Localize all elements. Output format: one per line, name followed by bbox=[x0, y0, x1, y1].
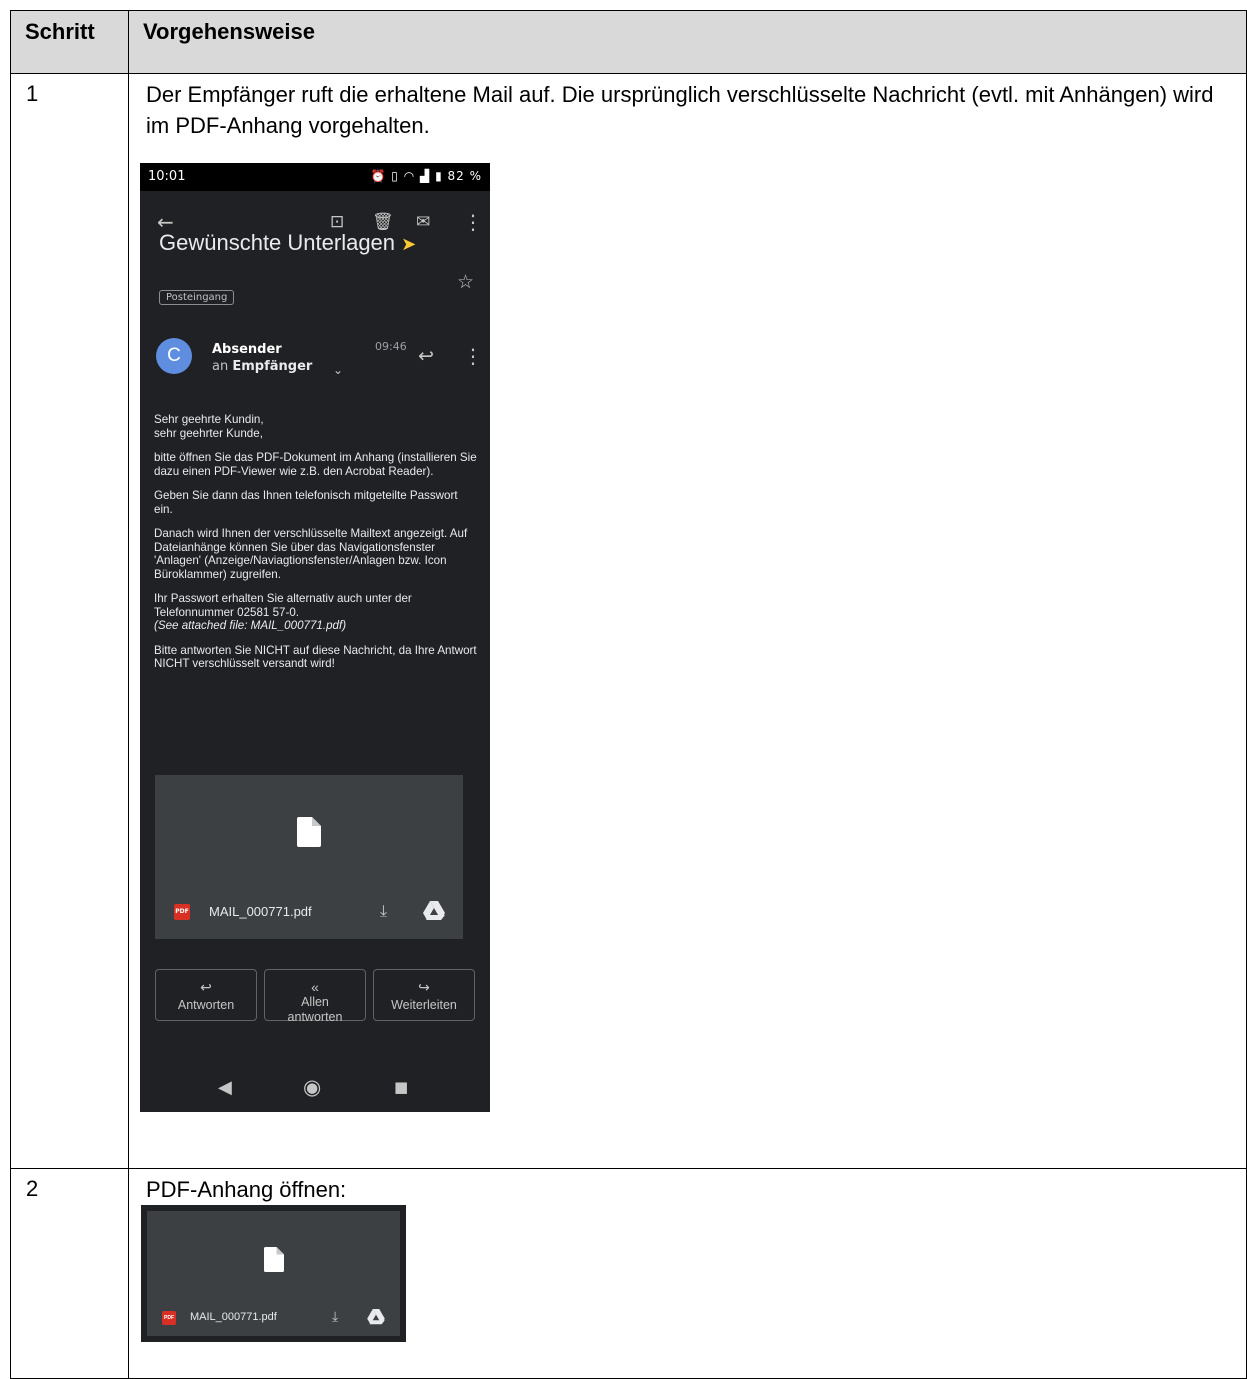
download-icon[interactable]: ⤓ bbox=[332, 1308, 338, 1325]
nav-home-icon[interactable]: ◉ bbox=[303, 1075, 321, 1099]
pdf-file-icon: PDF bbox=[174, 904, 190, 920]
vibrate-icon: ▯ bbox=[391, 169, 399, 183]
download-icon[interactable]: ⤓ bbox=[380, 901, 387, 921]
drive-icon[interactable] bbox=[367, 1309, 385, 1325]
message-more-icon[interactable]: ⋮ bbox=[463, 346, 483, 366]
reply-icon: ↩ bbox=[200, 979, 212, 995]
phone-screenshot: 10:01 ⏰ ▯ ◠ ▟ ▮ 82 % ← ⊡ 🗑 ✉ ⋮ Gewünscht… bbox=[140, 163, 490, 1112]
nav-back-icon[interactable]: ◀ bbox=[218, 1077, 232, 1098]
attachment-screenshot: PDF MAIL_000771.pdf ⤓ bbox=[141, 1205, 406, 1342]
android-nav-bar: ◀ ◉ ■ bbox=[140, 1065, 490, 1112]
more-vert-icon[interactable]: ⋮ bbox=[463, 212, 483, 232]
step-cell: 1 bbox=[10, 73, 129, 1169]
reply-all-icon: « bbox=[311, 979, 319, 995]
attachment-filename: MAIL_000771.pdf bbox=[190, 1311, 277, 1323]
wifi-icon: ◠ bbox=[403, 169, 416, 183]
status-icons: ⏰ ▯ ◠ ▟ ▮ 82 % bbox=[370, 169, 482, 183]
attachment-card[interactable]: PDF MAIL_000771.pdf ⤓ bbox=[147, 1211, 400, 1336]
mail-unread-icon[interactable]: ✉ bbox=[416, 212, 430, 232]
archive-icon[interactable]: ⊡ bbox=[330, 212, 344, 232]
star-icon[interactable]: ☆ bbox=[457, 272, 474, 292]
reply-button[interactable]: ↩ Antworten bbox=[155, 969, 257, 1021]
alarm-icon: ⏰ bbox=[370, 169, 387, 183]
signal-icon: ▟ bbox=[420, 169, 431, 183]
attachment-filename: MAIL_000771.pdf bbox=[209, 904, 312, 919]
forward-button[interactable]: ↪ Weiterleiten bbox=[373, 969, 475, 1021]
reply-all-button[interactable]: « Allen antworten bbox=[264, 969, 366, 1024]
step-cell: 2 bbox=[10, 1168, 129, 1379]
email-subject: Gewünschte Unterlagen ➤ bbox=[159, 230, 417, 255]
forward-icon: ↪ bbox=[418, 979, 430, 995]
avatar[interactable]: C bbox=[156, 338, 192, 374]
status-bar: 10:01 ⏰ ▯ ◠ ▟ ▮ 82 % bbox=[140, 163, 490, 191]
delete-icon[interactable]: 🗑 bbox=[372, 212, 394, 232]
important-marker-icon: ➤ bbox=[401, 234, 417, 254]
document-icon bbox=[264, 1247, 284, 1272]
label-chip[interactable]: Posteingang bbox=[159, 290, 235, 305]
drive-icon[interactable] bbox=[423, 901, 445, 921]
nav-recents-icon[interactable]: ■ bbox=[394, 1078, 408, 1096]
table-header-row: Schritt Vorgehensweise bbox=[10, 10, 1247, 74]
chevron-down-icon[interactable]: ⌄ bbox=[333, 360, 343, 380]
battery-icon: ▮ bbox=[435, 169, 443, 183]
sender-name: Absender bbox=[212, 342, 282, 357]
status-time: 10:01 bbox=[148, 169, 186, 184]
back-arrow-icon[interactable]: ← bbox=[157, 212, 174, 232]
battery-level: 82 % bbox=[447, 169, 482, 183]
header-step: Schritt bbox=[10, 10, 129, 74]
message-time: 09:46 bbox=[375, 340, 407, 353]
attachment-card[interactable]: PDF MAIL_000771.pdf ⤓ bbox=[155, 775, 463, 939]
recipient-line[interactable]: an Empfänger bbox=[212, 359, 312, 374]
reply-icon[interactable]: ↩ bbox=[418, 346, 434, 366]
email-body: Sehr geehrte Kundin, sehr geehrter Kunde,… bbox=[154, 413, 477, 670]
document-icon bbox=[297, 817, 321, 847]
pdf-file-icon: PDF bbox=[162, 1311, 176, 1325]
header-procedure: Vorgehensweise bbox=[128, 10, 1247, 74]
